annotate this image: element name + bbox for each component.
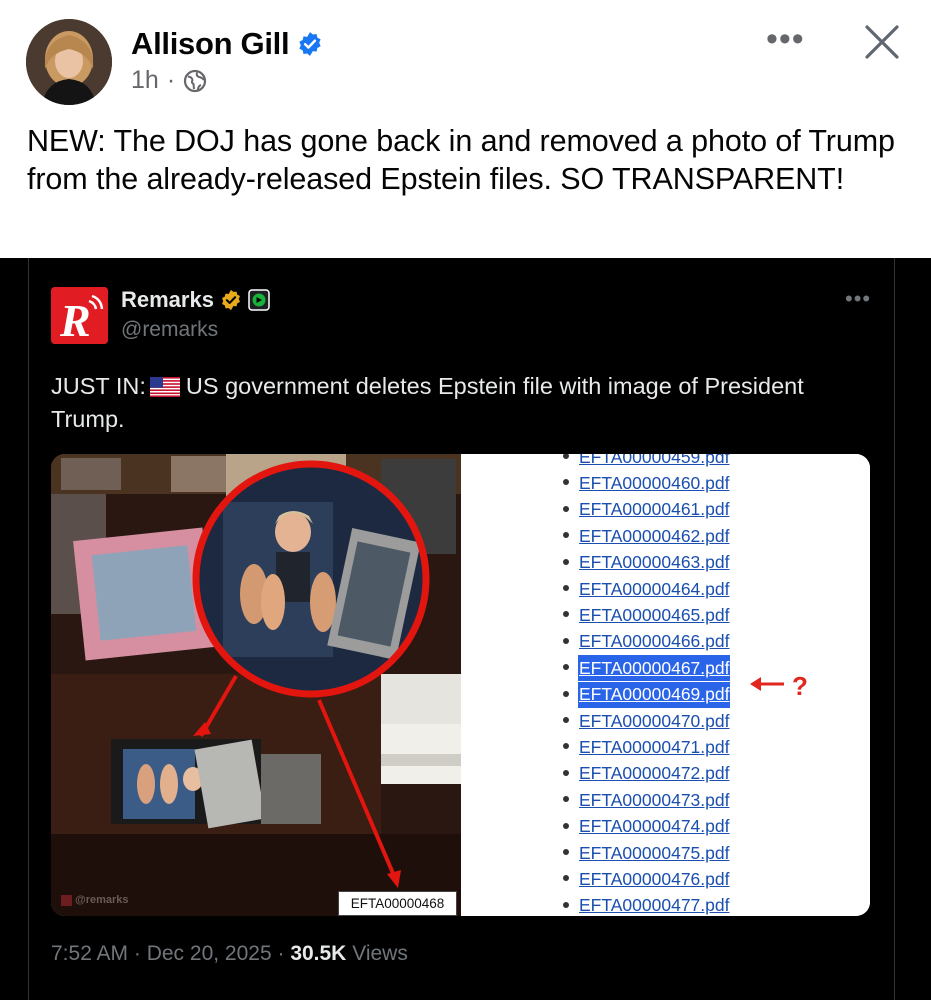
list-bullet (563, 558, 569, 565)
file-link[interactable]: EFTA00000466.pdf (563, 629, 730, 655)
list-bullet (563, 743, 569, 750)
file-link[interactable]: EFTA00000477.pdf (563, 893, 730, 916)
tweet-border-left (28, 258, 29, 1000)
file-link[interactable]: EFTA00000471.pdf (563, 734, 730, 760)
tweet-author-row[interactable]: Remarks (121, 287, 270, 313)
post-meta: 1h · (131, 66, 207, 95)
evidence-photo[interactable] (51, 454, 461, 916)
file-link[interactable]: EFTA00000473.pdf (563, 787, 730, 813)
author-name-row[interactable]: Allison Gill (131, 26, 323, 62)
meta-separator: · (166, 66, 176, 94)
list-bullet (563, 717, 569, 723)
file-name: EFTA00000459.pdf (579, 454, 730, 467)
views-label: Views (352, 942, 408, 965)
affiliate-badge-icon (248, 289, 270, 311)
list-bullet (563, 664, 569, 671)
efta-label: EFTA00000468 (338, 891, 457, 916)
photo-watermark: @remarks (61, 894, 129, 906)
tweet-footer: 7:52 AM · Dec 20, 2025 · 30.5K Views (51, 942, 408, 966)
embedded-tweet[interactable]: R Remarks @remarks ••• JUST IN: US gover… (0, 258, 931, 1000)
file-name: EFTA00000464.pdf (579, 578, 730, 599)
file-link[interactable]: EFTA00000461.pdf (563, 497, 730, 523)
file-name: EFTA00000461.pdf (579, 499, 730, 520)
list-bullet (563, 849, 569, 855)
annotation-arrow-icon: ? (750, 671, 808, 701)
post-time[interactable]: 1h (131, 66, 159, 95)
tweet-text-prefix: JUST IN: (51, 373, 146, 399)
list-bullet (563, 585, 569, 591)
list-bullet (563, 769, 569, 776)
list-bullet (563, 454, 569, 459)
file-name: EFTA00000477.pdf (579, 895, 730, 916)
file-name: EFTA00000462.pdf (579, 525, 730, 546)
file-name: EFTA00000466.pdf (579, 631, 730, 652)
file-name: EFTA00000465.pdf (579, 604, 730, 625)
file-name: EFTA00000473.pdf (579, 789, 730, 810)
remarks-logo-mark: R (51, 287, 108, 344)
file-link-selected[interactable]: EFTA00000467.pdf (563, 655, 731, 682)
logo-letter: R (59, 295, 91, 344)
watermark-text: @remarks (75, 894, 129, 906)
file-name: EFTA00000476.pdf (579, 868, 730, 889)
list-bullet (563, 479, 569, 486)
list-bullet (563, 532, 569, 539)
file-link[interactable]: EFTA00000474.pdf (563, 814, 730, 840)
post-text: NEW: The DOJ has gone back in and remove… (27, 124, 895, 196)
us-flag-icon (149, 377, 180, 397)
file-name: EFTA00000467.pdf (579, 657, 730, 678)
file-link[interactable]: EFTA00000460.pdf (563, 470, 730, 496)
list-bullet (563, 690, 569, 697)
file-link[interactable]: EFTA00000459.pdf (563, 454, 730, 470)
file-link[interactable]: EFTA00000465.pdf (563, 602, 730, 628)
file-name: EFTA00000463.pdf (579, 552, 730, 573)
file-link[interactable]: EFTA00000463.pdf (563, 550, 730, 576)
file-name: EFTA00000474.pdf (579, 816, 730, 837)
file-name: EFTA00000472.pdf (579, 763, 730, 784)
file-link[interactable]: EFTA00000472.pdf (563, 761, 730, 787)
file-link[interactable]: EFTA00000462.pdf (563, 523, 730, 549)
file-link[interactable]: EFTA00000475.pdf (563, 840, 730, 866)
list-bullet (563, 796, 569, 803)
list-bullet (563, 505, 569, 512)
list-bullet (563, 822, 569, 829)
file-name: EFTA00000469.pdf (579, 684, 730, 705)
tweet-author-name[interactable]: Remarks (121, 287, 214, 313)
list-bullet (563, 611, 569, 618)
annotation-question-mark: ? (792, 671, 808, 701)
tweet-border-right (894, 258, 895, 1000)
gold-verified-icon (221, 289, 240, 311)
file-name: EFTA00000471.pdf (579, 736, 730, 757)
tweet-handle[interactable]: @remarks (121, 318, 218, 342)
tweet-text: JUST IN: US government deletes Epstein f… (51, 370, 881, 436)
tweet-options-button[interactable]: ••• (845, 286, 871, 312)
author-name[interactable]: Allison Gill (131, 26, 290, 62)
file-link[interactable]: EFTA00000464.pdf (563, 576, 730, 602)
close-icon[interactable] (862, 22, 902, 62)
file-link-selected[interactable]: EFTA00000469.pdf (563, 681, 731, 708)
file-name: EFTA00000470.pdf (579, 710, 730, 731)
file-link[interactable]: EFTA00000476.pdf (563, 866, 730, 892)
remarks-logo[interactable]: R (51, 287, 108, 344)
list-bullet (563, 901, 569, 908)
file-name: EFTA00000475.pdf (579, 842, 730, 863)
list-bullet (563, 637, 569, 644)
views-count: 30.5K (290, 942, 347, 965)
globe-icon (184, 69, 207, 92)
tweet-timestamp[interactable]: 7:52 AM · Dec 20, 2025 · (51, 942, 284, 965)
avatar-photo (26, 19, 112, 105)
file-name: EFTA00000460.pdf (579, 472, 730, 493)
list-bullet (563, 875, 569, 882)
verified-badge-icon (299, 32, 321, 56)
author-avatar[interactable] (26, 19, 112, 105)
file-link[interactable]: EFTA00000470.pdf (563, 708, 730, 734)
post-options-button[interactable]: ••• (766, 22, 805, 56)
